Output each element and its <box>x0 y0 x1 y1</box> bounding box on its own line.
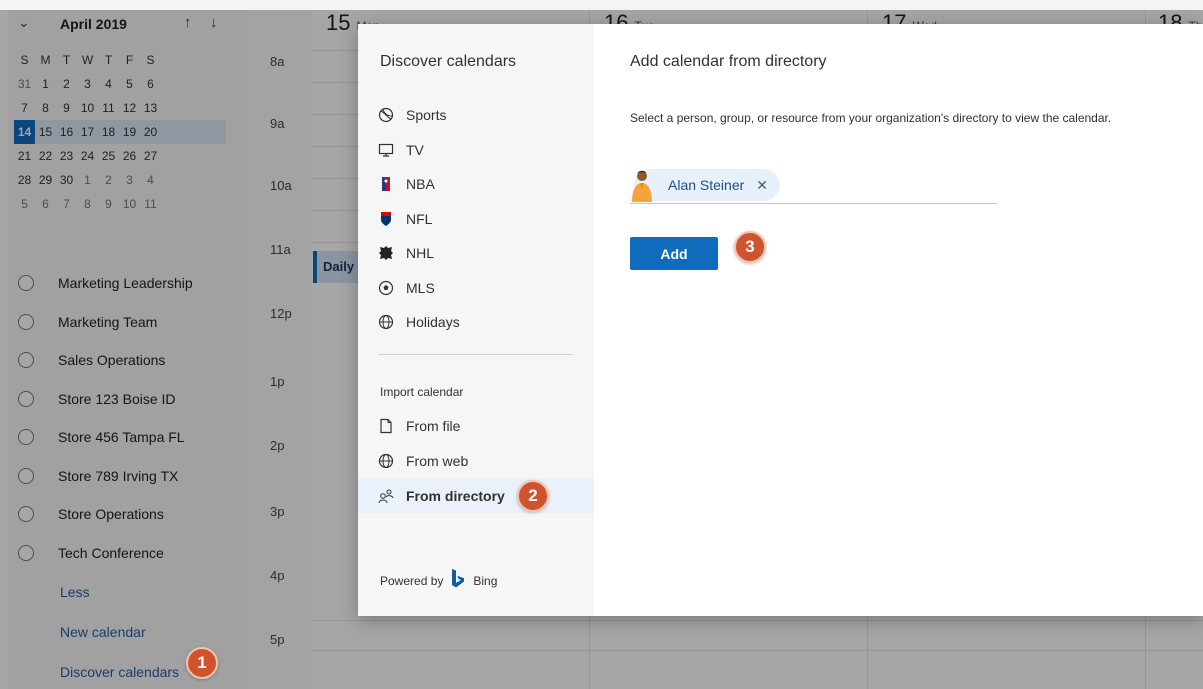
discover-item-label: Holidays <box>406 314 460 331</box>
globe-icon <box>378 314 394 330</box>
discover-item-holidays[interactable]: Holidays <box>358 305 594 340</box>
dialog-content-pane: Add calendar from directory Select a per… <box>594 24 1203 616</box>
import-from-file[interactable]: From file <box>358 408 594 443</box>
import-item-label: From file <box>406 417 461 434</box>
import-item-label: From directory <box>406 487 505 504</box>
import-calendar-heading: Import calendar <box>380 385 464 399</box>
step-marker-1: 1 <box>186 647 218 679</box>
nhl-icon <box>378 245 394 261</box>
discover-item-nba[interactable]: NBA <box>358 167 594 202</box>
mls-icon <box>378 280 394 296</box>
person-chip[interactable]: Alan Steiner ✕ <box>632 169 781 202</box>
discover-item-tv[interactable]: TV <box>358 133 594 168</box>
discover-item-nhl[interactable]: NHL <box>358 236 594 271</box>
bing-label: Bing <box>473 573 498 588</box>
discover-item-mls[interactable]: MLS <box>358 271 594 306</box>
discover-item-label: NHL <box>406 245 435 262</box>
people-picker[interactable]: Alan Steiner ✕ <box>630 168 997 204</box>
step-marker-3: 3 <box>734 231 766 263</box>
dialog-nav-pane: Discover calendars Sports TV NBA NFL NHL… <box>358 24 594 616</box>
globe-icon <box>378 453 394 469</box>
avatar <box>628 168 656 202</box>
person-name: Alan Steiner <box>668 177 745 193</box>
step-marker-2: 2 <box>517 480 549 512</box>
discover-item-sports[interactable]: Sports <box>358 98 594 133</box>
import-from-directory[interactable]: From directory <box>358 478 594 513</box>
people-icon <box>378 488 394 504</box>
discover-item-label: TV <box>406 141 424 158</box>
dialog-description: Select a person, group, or resource from… <box>630 111 1112 125</box>
dialog-nav-title: Discover calendars <box>380 53 517 70</box>
discover-item-nfl[interactable]: NFL <box>358 202 594 237</box>
nba-icon <box>378 176 394 192</box>
discover-item-label: NFL <box>406 210 433 227</box>
discover-item-label: NBA <box>406 176 435 193</box>
discover-item-label: Sports <box>406 107 447 124</box>
powered-by: Powered by Bing <box>380 569 497 592</box>
import-from-web[interactable]: From web <box>358 443 594 478</box>
discover-item-label: MLS <box>406 279 435 296</box>
add-button[interactable]: Add <box>630 237 718 270</box>
bing-logo-icon <box>451 569 465 592</box>
sports-icon <box>378 107 394 123</box>
divider <box>378 354 572 355</box>
powered-by-label: Powered by <box>380 573 444 588</box>
dialog-title: Add calendar from directory <box>630 53 827 70</box>
tv-icon <box>378 142 394 158</box>
discover-list: Sports TV NBA NFL NHL MLS Holidays <box>358 98 594 340</box>
import-item-label: From web <box>406 452 469 469</box>
nfl-icon <box>378 211 394 227</box>
close-icon[interactable]: ✕ <box>756 177 768 194</box>
top-strip <box>0 0 1203 10</box>
import-list: From file From web From directory <box>358 408 594 513</box>
file-icon <box>378 418 394 434</box>
discover-calendars-dialog: Discover calendars Sports TV NBA NFL NHL… <box>358 24 1203 616</box>
